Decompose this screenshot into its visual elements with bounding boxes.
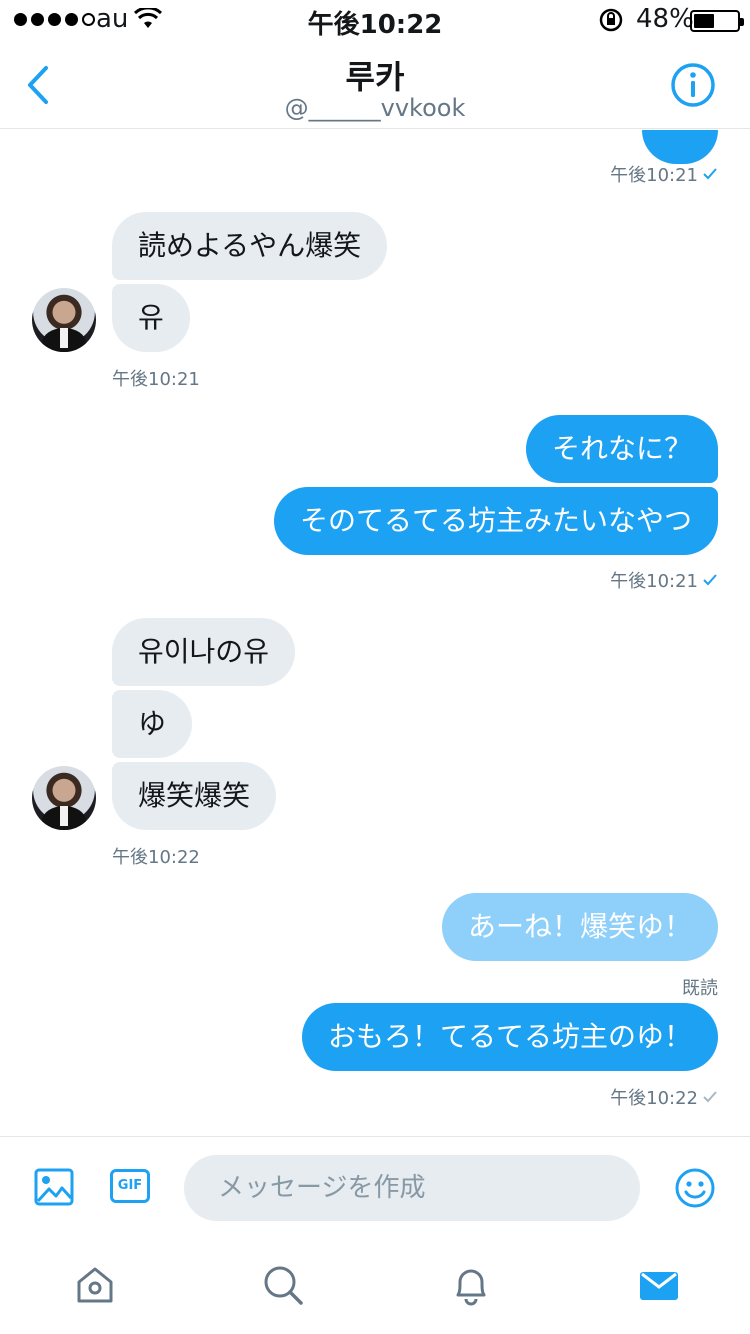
conversation-title: 루카: [345, 58, 405, 96]
sent-check-icon: [703, 168, 717, 180]
message-timestamp: 午後10:21: [610, 161, 718, 187]
message-input[interactable]: [184, 1155, 640, 1221]
avatar[interactable]: [32, 766, 96, 830]
orientation-lock-icon: [599, 8, 623, 32]
message-bubble-incoming[interactable]: 유이나の유: [112, 618, 296, 686]
message-timestamp: 午後10:22: [610, 1084, 718, 1110]
image-icon[interactable]: [34, 1167, 74, 1207]
emoji-icon[interactable]: [674, 1167, 716, 1209]
mail-icon[interactable]: [638, 1264, 680, 1306]
sent-check-icon: [703, 574, 717, 586]
conversation-header: 루카 @______vvkook: [0, 40, 750, 129]
message-timestamp: 午後10:21: [610, 567, 718, 593]
bell-icon[interactable]: [450, 1264, 492, 1306]
message-bubble-outgoing[interactable]: そのてるてる坊主みたいなやつ: [273, 487, 718, 555]
read-receipt: 既読: [682, 978, 718, 999]
message-bubble-incoming[interactable]: ゆ: [112, 690, 193, 758]
message-bubble-incoming[interactable]: 유: [112, 284, 190, 352]
sent-check-icon: [703, 1091, 717, 1103]
battery-icon: [690, 10, 744, 32]
search-icon[interactable]: [262, 1264, 304, 1306]
message-bubble-outgoing[interactable]: それなに？: [525, 415, 718, 483]
message-bubble-outgoing[interactable]: [642, 130, 718, 164]
message-bubble-outgoing[interactable]: あーね！爆笑ゆ！: [441, 893, 718, 961]
tab-bar: [0, 1238, 750, 1334]
message-bubble-incoming[interactable]: 爆笑爆笑: [112, 762, 277, 830]
status-bar: au 午後10:22 48%: [0, 0, 750, 40]
message-composer: GIF: [0, 1136, 750, 1238]
conversation-handle: @______vvkook: [284, 94, 466, 122]
gif-button[interactable]: GIF: [110, 1169, 150, 1203]
message-bubble-outgoing[interactable]: おもろ！てるてる坊主のゆ！: [301, 1003, 718, 1071]
info-icon[interactable]: [670, 62, 716, 108]
home-icon[interactable]: [74, 1264, 116, 1306]
message-thread[interactable]: 午後10:21 読めよるやん爆笑 유 午後10:21 それなに？ そのてるてる坊…: [0, 130, 750, 1136]
battery-percent: 48%: [636, 4, 694, 34]
message-bubble-incoming[interactable]: 読めよるやん爆笑: [112, 212, 388, 280]
message-timestamp: 午後10:22: [112, 847, 200, 868]
message-timestamp: 午後10:21: [112, 369, 200, 390]
avatar[interactable]: [32, 288, 96, 352]
